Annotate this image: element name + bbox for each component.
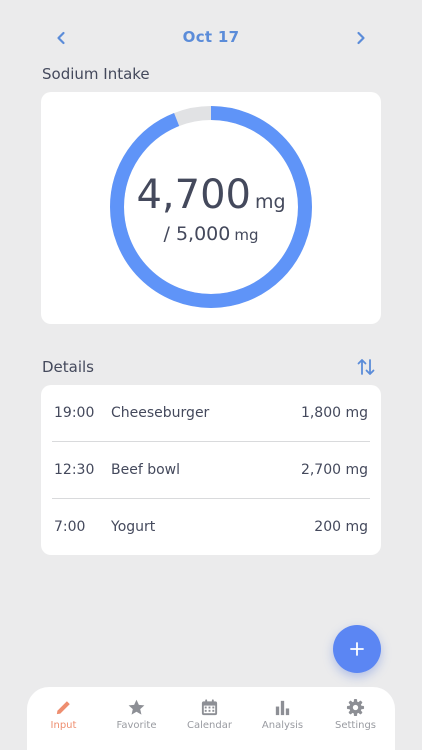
goal-value: / 5,000 — [163, 223, 231, 245]
list-item[interactable]: 12:30 Beef bowl 2,700 mg — [41, 442, 381, 499]
tab-analysis[interactable]: Analysis — [246, 687, 319, 750]
goal-readout: / 5,000 mg — [41, 223, 381, 245]
details-section-title: Details — [42, 358, 95, 376]
gear-icon — [346, 698, 365, 717]
star-icon — [128, 699, 145, 715]
consumed-unit: mg — [254, 191, 286, 213]
tab-label: Settings — [334, 720, 376, 731]
entry-time: 12:30 — [54, 462, 95, 478]
pencil-icon — [56, 701, 70, 715]
tab-label: Favorite — [116, 720, 157, 731]
bottom-tab-bar: Input Favorite Calendar Analysis Setting… — [27, 687, 395, 750]
entry-amount: 200 mg — [314, 519, 368, 535]
tab-calendar[interactable]: Calendar — [173, 687, 246, 750]
sort-arrows-icon — [357, 359, 375, 375]
tab-input[interactable]: Input — [27, 687, 100, 750]
entry-amount: 2,700 mg — [300, 462, 368, 478]
tab-favorite[interactable]: Favorite — [100, 687, 173, 750]
plus-icon — [350, 642, 364, 656]
chevron-right-icon — [357, 31, 365, 45]
goal-unit: mg — [234, 226, 259, 244]
list-item[interactable]: 7:00 Yogurt 200 mg — [41, 499, 381, 556]
bar-chart-icon — [275, 700, 290, 716]
tab-settings[interactable]: Settings — [319, 687, 392, 750]
intake-summary-card: 4,700 mg / 5,000 mg — [41, 92, 381, 324]
entry-time: 19:00 — [54, 405, 95, 421]
consumed-readout: 4,700 mg — [41, 172, 381, 218]
details-list: 19:00 Cheeseburger 1,800 mg 12:30 Beef b… — [41, 385, 381, 555]
date-navigator: Oct 17 — [0, 24, 422, 52]
tab-label: Calendar — [187, 720, 232, 731]
next-day-button[interactable] — [349, 26, 373, 50]
entry-amount: 1,800 mg — [300, 405, 368, 421]
entry-food: Beef bowl — [111, 462, 181, 478]
consumed-value: 4,700 — [136, 172, 251, 218]
list-item[interactable]: 19:00 Cheeseburger 1,800 mg — [41, 385, 381, 442]
tab-label: Analysis — [261, 720, 304, 731]
tab-label: Input — [50, 720, 77, 731]
entry-time: 7:00 — [54, 519, 86, 535]
intake-section-title: Sodium Intake — [42, 65, 150, 83]
entry-food: Yogurt — [111, 519, 156, 535]
sort-button[interactable] — [356, 356, 376, 378]
calendar-icon — [201, 699, 218, 716]
app-screen: Oct 17 Sodium Intake 4,700 mg / 5,000 mg D… — [0, 0, 422, 750]
entry-food: Cheeseburger — [111, 405, 210, 421]
add-entry-button[interactable] — [333, 625, 381, 673]
